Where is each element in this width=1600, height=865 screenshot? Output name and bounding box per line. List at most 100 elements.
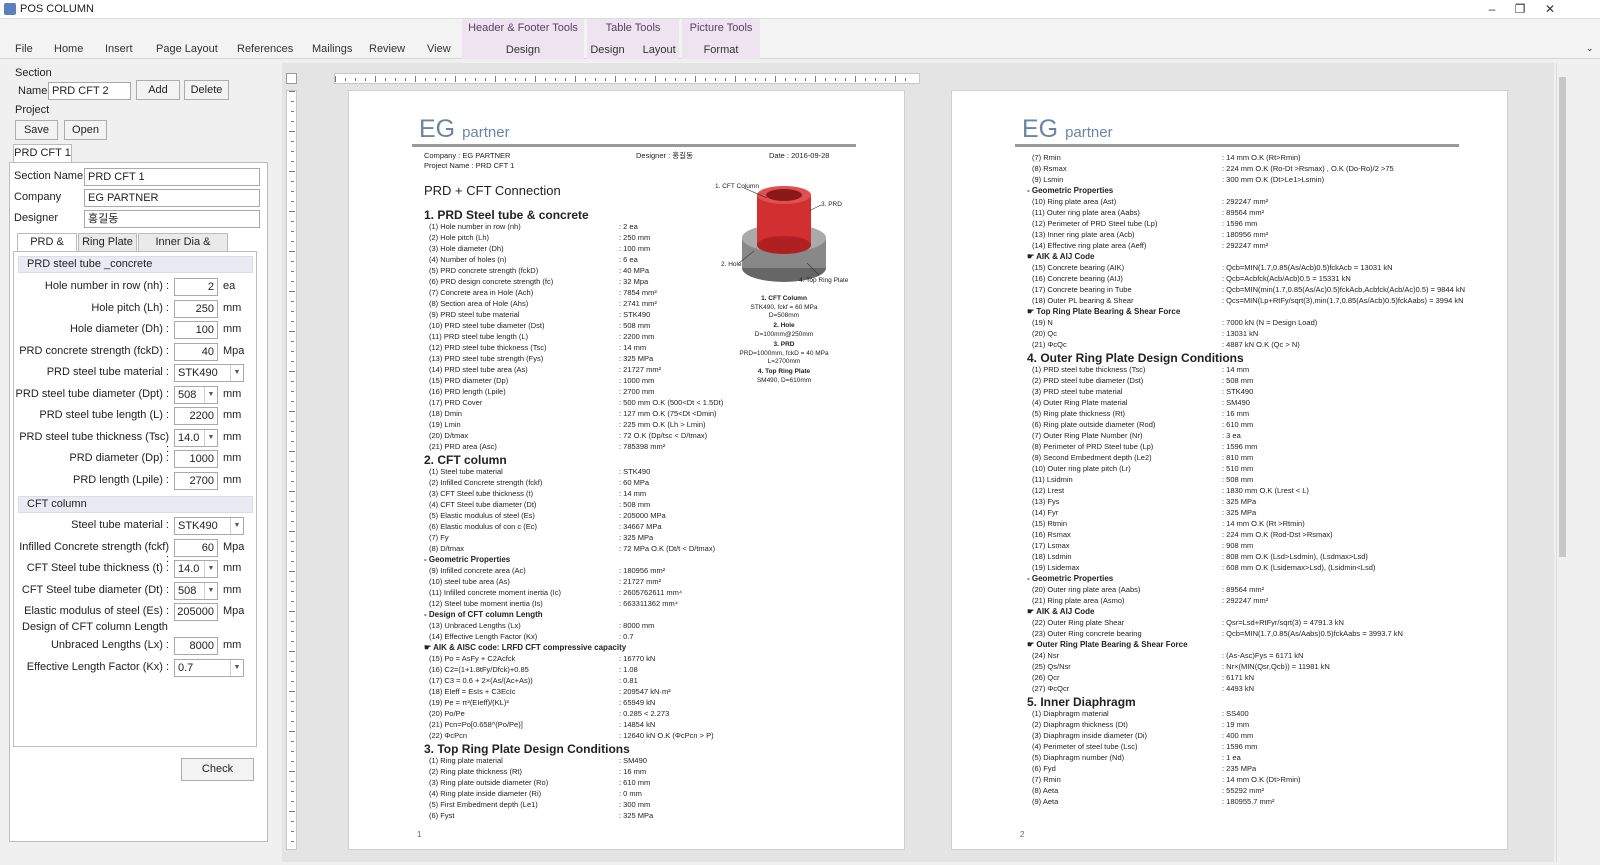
- section-heading: 3. Top Ring Plate Design Conditions: [424, 742, 630, 756]
- prd-section-header: PRD steel tube _concrete: [18, 256, 253, 273]
- tab-mailings[interactable]: Mailings: [312, 43, 352, 55]
- prd-input-3[interactable]: 40: [174, 342, 218, 361]
- cft-select-0[interactable]: STK490 ▼: [174, 517, 244, 535]
- tab-table-design[interactable]: Design: [590, 44, 624, 56]
- tab-insert[interactable]: Insert: [105, 43, 133, 55]
- document-page-2[interactable]: EG partner (7) Rmin: 14 mm O.K (Rt>Rmin)…: [951, 90, 1508, 850]
- cft-input-4[interactable]: 205000: [174, 603, 218, 621]
- name-input[interactable]: PRD CFT 2: [48, 82, 131, 100]
- len-input-0[interactable]: 8000: [174, 637, 218, 655]
- cft-unit-2: mm: [223, 562, 242, 574]
- chevron-down-icon[interactable]: ▼: [204, 429, 217, 446]
- document-page-1[interactable]: EG partner Company : EG PARTNER Project …: [348, 90, 905, 850]
- tab-section-prd-cft-1[interactable]: PRD CFT 1: [13, 144, 72, 163]
- field-value: 100: [195, 324, 214, 336]
- horizontal-ruler[interactable]: [334, 73, 920, 84]
- tab-review[interactable]: Review: [369, 43, 405, 55]
- prd-input-2[interactable]: 100: [174, 321, 218, 339]
- calc-item-value: : 2605762611 mm⁴: [619, 588, 683, 597]
- len-label-1: Effective Length Factor (Kx) :: [26, 660, 169, 673]
- save-button[interactable]: Save: [15, 120, 58, 140]
- calc-item-label: (1) Diaphragm material: [1032, 709, 1109, 718]
- chevron-down-icon[interactable]: ▼: [204, 386, 217, 403]
- calc-item-label: (8) Section area of Hole (Ahs): [429, 299, 529, 308]
- prd-select-5[interactable]: 508 ▼: [174, 385, 218, 404]
- section-name-input[interactable]: PRD CFT 1: [84, 168, 260, 186]
- tab-view[interactable]: View: [427, 43, 451, 55]
- ribbon-collapse-icon[interactable]: ⌄: [1586, 43, 1594, 54]
- chevron-down-icon[interactable]: ▼: [230, 518, 243, 534]
- prd-select-4[interactable]: STK490 ▼: [174, 364, 244, 382]
- add-button[interactable]: Add: [136, 80, 180, 100]
- subtab-ring-plate[interactable]: Ring Plate: [78, 233, 137, 252]
- ruler-tick: [405, 78, 406, 81]
- tab-picture-format[interactable]: Format: [704, 44, 739, 56]
- subtab-prd-cft[interactable]: PRD & CFT: [17, 233, 77, 265]
- cft-input-1[interactable]: 60: [174, 538, 218, 557]
- prd-input-9[interactable]: 2700: [174, 471, 218, 490]
- calc-item-value: : 325 MPa: [1222, 497, 1257, 506]
- calc-item-label: (17) Concrete bearing in Tube: [1032, 285, 1132, 294]
- tab-references[interactable]: References: [237, 43, 293, 55]
- designer-input[interactable]: 홍길동: [84, 210, 260, 228]
- tab-file[interactable]: File: [15, 43, 33, 55]
- calc-item-label: (3) Hole diameter (Dh): [429, 244, 504, 253]
- vertical-ruler[interactable]: [286, 90, 297, 850]
- ruler-tick: [705, 78, 706, 81]
- cft-select-3[interactable]: 508 ▼: [174, 581, 218, 600]
- calc-item-label: (1) PRD steel tube thickness (Tsc): [1032, 365, 1146, 374]
- ruler-tick: [289, 811, 295, 812]
- vertical-scrollbar[interactable]: [1556, 63, 1568, 862]
- calc-item-value: : 180956 mm²: [1222, 230, 1269, 239]
- chevron-down-icon[interactable]: ▼: [204, 561, 217, 577]
- calc-item-label: (12) PRD steel tube thickness (Tsc): [429, 343, 547, 352]
- tab-home[interactable]: Home: [54, 43, 83, 55]
- field-value: 2: [207, 281, 214, 293]
- prd-unit-9: mm: [223, 473, 242, 486]
- check-button[interactable]: Check: [181, 758, 254, 781]
- tab-table-layout[interactable]: Layout: [643, 44, 676, 56]
- subtab-inner-dia-load[interactable]: Inner Dia & LOAD: [138, 233, 228, 265]
- calc-item-value: : Qcb=Acbfck(Acb/Acb)0.5 = 15331 kN: [1222, 274, 1351, 283]
- note-cft-1: STK490, fckf = 60 MPa: [750, 304, 818, 311]
- scroll-thumb[interactable]: [1559, 77, 1566, 557]
- tab-page-layout[interactable]: Page Layout: [156, 43, 218, 55]
- calc-item-label: (2) Hole pitch (Lh): [429, 233, 490, 242]
- company-input[interactable]: EG PARTNER: [84, 189, 260, 207]
- app-icon: [4, 3, 16, 15]
- calc-item-value: : 72 O.K (Dp/tsc < D/tmax): [619, 431, 708, 440]
- cft-select-2[interactable]: 14.0 ▼: [174, 560, 218, 578]
- restore-button[interactable]: ❐: [1508, 1, 1532, 18]
- prd-input-6[interactable]: 2200: [174, 407, 218, 425]
- calc-item-label: (9) Infilled concrete area (Ac): [429, 566, 526, 575]
- tab-hf-design[interactable]: Design: [506, 44, 540, 56]
- ruler-tick: [355, 78, 356, 81]
- ruler-tick: [291, 111, 294, 112]
- delete-button[interactable]: Delete: [184, 80, 229, 100]
- note-hole-title: 2. Hole: [773, 322, 795, 329]
- tab-selector[interactable]: [286, 73, 297, 84]
- open-button[interactable]: Open: [64, 120, 107, 140]
- field-value: STK490: [178, 520, 218, 532]
- ruler-tick: [291, 101, 294, 102]
- len-select-1[interactable]: 0.7 ▼: [174, 658, 244, 677]
- ruler-tick: [291, 181, 294, 182]
- minimize-button[interactable]: –: [1480, 1, 1504, 18]
- prd-select-7[interactable]: 14.0 ▼: [174, 428, 218, 447]
- prd-input-0[interactable]: 2: [174, 278, 218, 296]
- ruler-tick: [905, 78, 906, 81]
- prd-input-1[interactable]: 250: [174, 299, 218, 318]
- chevron-down-icon[interactable]: ▼: [204, 582, 217, 599]
- ruler-tick: [291, 461, 294, 462]
- calc-item-label: (5) PRD concrete strength (fckD): [429, 266, 539, 275]
- calc-item-value: : 13031 kN: [1222, 329, 1259, 338]
- note-prd-title: 3. PRD: [773, 341, 795, 348]
- calc-item-value: : 14 mm: [619, 489, 647, 498]
- ruler-tick: [291, 581, 294, 582]
- ruler-tick: [765, 78, 766, 81]
- chevron-down-icon[interactable]: ▼: [230, 365, 243, 381]
- close-button[interactable]: ✕: [1538, 1, 1562, 18]
- calc-item-value: : SM490: [1222, 398, 1250, 407]
- chevron-down-icon[interactable]: ▼: [230, 659, 243, 676]
- prd-input-8[interactable]: 1000: [174, 450, 218, 468]
